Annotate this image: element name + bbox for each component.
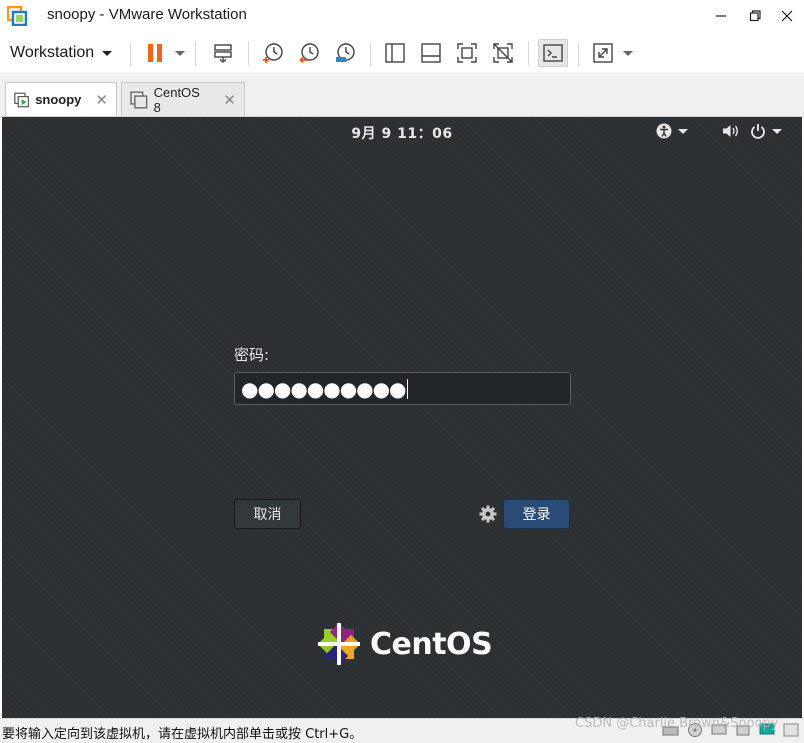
password-dots: ●●●●●●●●●● bbox=[241, 376, 407, 401]
message-log-icon[interactable] bbox=[782, 722, 800, 738]
centos-logo: CentOS bbox=[316, 621, 493, 667]
view-thumbnail-icon bbox=[421, 43, 441, 63]
snapshot-manager-button[interactable] bbox=[330, 39, 360, 67]
power-icon bbox=[751, 124, 765, 139]
workstation-menu-button[interactable]: Workstation bbox=[6, 40, 116, 66]
pause-dropdown-icon[interactable] bbox=[175, 51, 185, 56]
tab-centos-8[interactable]: CentOS 8 ✕ bbox=[121, 82, 245, 116]
show-library-button[interactable] bbox=[380, 39, 410, 67]
system-menu[interactable] bbox=[722, 122, 782, 140]
title-bar: snoopy - VMware Workstation bbox=[0, 0, 804, 32]
toolbar-divider bbox=[248, 42, 249, 66]
toolbar-divider bbox=[578, 42, 579, 66]
centos-emblem-icon bbox=[317, 622, 361, 666]
maximize-button[interactable] bbox=[738, 0, 772, 32]
tab-label: snoopy bbox=[35, 92, 82, 107]
send-ctrl-alt-del-icon bbox=[214, 44, 232, 63]
text-cursor bbox=[406, 378, 408, 399]
snapshot-take-icon bbox=[263, 43, 283, 63]
volume-icon bbox=[723, 125, 738, 137]
show-thumbnail-button[interactable] bbox=[416, 39, 446, 67]
pause-button[interactable] bbox=[140, 39, 170, 67]
vm-powered-off-icon bbox=[130, 90, 148, 109]
centos-wordmark: CentOS bbox=[370, 626, 493, 662]
toolbar: Workstation bbox=[0, 32, 804, 74]
close-icon bbox=[781, 10, 793, 22]
gear-icon bbox=[479, 505, 497, 523]
session-settings-button[interactable] bbox=[479, 505, 497, 523]
login-button[interactable]: 登录 bbox=[503, 499, 570, 529]
tab-snoopy[interactable]: snoopy ✕ bbox=[5, 82, 117, 116]
unity-button[interactable] bbox=[488, 39, 518, 67]
console-icon bbox=[543, 44, 563, 62]
stretch-dropdown-icon[interactable] bbox=[623, 51, 633, 56]
console-view-button[interactable] bbox=[538, 39, 568, 67]
view-library-icon bbox=[385, 43, 405, 63]
close-tab-icon[interactable]: ✕ bbox=[95, 91, 108, 109]
maximize-icon bbox=[749, 10, 761, 22]
close-tab-icon[interactable]: ✕ bbox=[223, 91, 236, 109]
password-label: 密码: bbox=[234, 346, 270, 364]
full-screen-button[interactable] bbox=[452, 39, 482, 67]
cancel-button[interactable]: 取消 bbox=[234, 499, 301, 529]
fullscreen-icon bbox=[457, 43, 477, 63]
input-hint: 要将输入定向到该虚拟机，请在虚拟机内部单击或按 Ctrl+G。 bbox=[2, 727, 363, 742]
pause-icon bbox=[148, 44, 162, 62]
window-title: snoopy - VMware Workstation bbox=[47, 6, 247, 23]
stretch-icon bbox=[593, 43, 613, 63]
password-field[interactable]: ●●●●●●●●●● bbox=[234, 372, 571, 405]
snapshot-revert-icon bbox=[299, 43, 319, 64]
vm-console[interactable]: 9月 9 11：06 密码: ●●●●●●●●●● 取消 登录 CentOS bbox=[2, 117, 802, 718]
send-ctrl-alt-del-button[interactable] bbox=[208, 39, 238, 67]
chevron-down-icon bbox=[772, 128, 782, 134]
unity-icon bbox=[493, 43, 513, 63]
tab-strip: snoopy ✕ CentOS 8 ✕ bbox=[0, 75, 804, 117]
minimize-button[interactable] bbox=[704, 0, 738, 32]
vmware-logo-icon bbox=[7, 6, 27, 26]
tab-label: CentOS 8 bbox=[153, 84, 200, 115]
csdn-watermark: CSDN @Charlie Brown&Snoopy bbox=[575, 716, 779, 731]
accessibility-icon bbox=[656, 123, 672, 139]
chevron-down-icon bbox=[678, 128, 688, 134]
vmware-window: snoopy - VMware Workstation Workstation bbox=[0, 0, 804, 743]
accessibility-menu[interactable] bbox=[656, 122, 688, 140]
stretch-guest-button[interactable] bbox=[588, 39, 618, 67]
toolbar-divider bbox=[528, 42, 529, 66]
close-button[interactable] bbox=[770, 0, 804, 32]
toolbar-divider bbox=[130, 42, 131, 66]
revert-snapshot-button[interactable] bbox=[294, 39, 324, 67]
toolbar-divider bbox=[195, 42, 196, 66]
take-snapshot-button[interactable] bbox=[258, 39, 288, 67]
snapshot-manager-icon bbox=[336, 43, 355, 62]
toolbar-divider bbox=[370, 42, 371, 66]
chevron-down-icon bbox=[102, 50, 113, 56]
workstation-menu-label: Workstation bbox=[10, 44, 95, 61]
minimize-icon bbox=[716, 15, 726, 17]
vm-powered-on-icon bbox=[14, 92, 29, 107]
